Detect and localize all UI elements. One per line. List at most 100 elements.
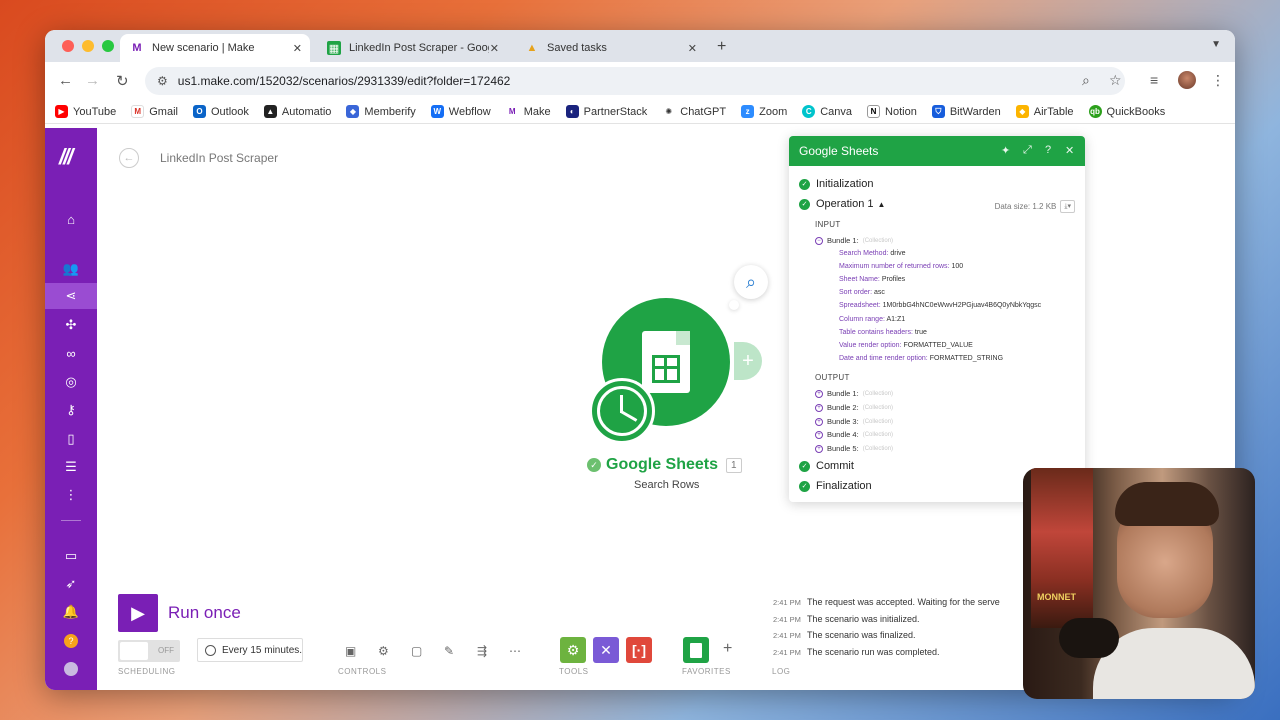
output-bundle-3[interactable]: + Bundle 3: (Collection) bbox=[815, 417, 893, 426]
text-parser-icon[interactable]: [·] bbox=[626, 637, 652, 663]
keys-icon[interactable]: ⚷ bbox=[45, 397, 97, 423]
user-avatar[interactable] bbox=[45, 656, 97, 682]
docs-book-icon[interactable]: ▭ bbox=[45, 543, 97, 569]
connections-link-icon[interactable]: ∞ bbox=[45, 340, 97, 366]
input-bundle-1[interactable]: − Bundle 1: (Collection) bbox=[815, 236, 893, 245]
auto-align-wand-icon[interactable]: ✎ bbox=[444, 644, 454, 658]
favorite-google-sheets-icon[interactable] bbox=[683, 637, 709, 663]
close-icon[interactable]: ✕ bbox=[688, 42, 697, 55]
close-icon[interactable]: ✕ bbox=[490, 42, 499, 55]
profile-avatar[interactable] bbox=[1178, 71, 1196, 89]
zoom-search-icon[interactable]: ⌕ bbox=[1082, 72, 1090, 89]
expand-plus-icon[interactable]: + bbox=[815, 389, 823, 398]
bookmark-airtable[interactable]: ◆ AirTable bbox=[1015, 105, 1074, 118]
webhooks-globe-icon[interactable]: ◎ bbox=[45, 369, 97, 395]
log-entry: 2:41 PM The scenario was finalized. bbox=[773, 630, 916, 640]
maximize-icon[interactable]: ⤢ bbox=[1023, 144, 1032, 157]
flow-control-icon[interactable]: ✕ bbox=[593, 637, 619, 663]
operation-row[interactable]: ✓ Operation 1 ▲ bbox=[799, 198, 885, 210]
home-icon[interactable]: ⌂ bbox=[45, 206, 97, 232]
run-once-label[interactable]: Run once bbox=[168, 603, 241, 623]
scheduling-toggle[interactable]: OFF bbox=[118, 640, 180, 662]
reading-list-icon[interactable]: ≡ bbox=[1150, 72, 1158, 88]
bookmark-outlook[interactable]: O Outlook bbox=[192, 105, 249, 118]
initialization-row[interactable]: ✓ Initialization bbox=[799, 178, 873, 190]
close-window-dot[interactable] bbox=[62, 40, 74, 52]
commit-row[interactable]: ✓ Commit bbox=[799, 460, 854, 472]
schedule-text[interactable]: Every 15 minutes. bbox=[205, 645, 302, 656]
close-icon[interactable]: ✕ bbox=[1065, 144, 1074, 157]
output-bundle-2[interactable]: + Bundle 2: (Collection) bbox=[815, 403, 893, 412]
more-vertical-icon[interactable]: ⋮ bbox=[45, 482, 97, 508]
bookmark-youtube[interactable]: ▶ YouTube bbox=[55, 105, 116, 118]
tab-saved-tasks[interactable]: ▲ Saved tasks ✕ bbox=[515, 34, 705, 62]
templates-puzzle-icon[interactable]: ✣ bbox=[45, 312, 97, 338]
devices-phone-icon[interactable]: ▯ bbox=[45, 426, 97, 452]
close-icon[interactable]: ✕ bbox=[293, 42, 302, 55]
output-bundle-1[interactable]: + Bundle 1: (Collection) bbox=[815, 389, 893, 398]
bookmark-canva[interactable]: C Canva bbox=[802, 105, 852, 118]
back-arrow-icon[interactable]: ← bbox=[119, 148, 139, 168]
bookmark-make[interactable]: M Make bbox=[505, 105, 551, 118]
tab-search-chevron-icon[interactable]: ▼ bbox=[1211, 39, 1221, 50]
finalization-row[interactable]: ✓ Finalization bbox=[799, 480, 872, 492]
add-favorite-plus-icon[interactable]: + bbox=[723, 640, 732, 658]
more-menu-icon[interactable]: ⋮ bbox=[1211, 72, 1225, 89]
help-question-icon[interactable]: ? bbox=[1045, 144, 1051, 156]
search-magnifier-icon[interactable]: ⌕ bbox=[734, 265, 768, 299]
expand-plus-icon[interactable]: + bbox=[815, 417, 823, 426]
data-stores-database-icon[interactable]: ☰ bbox=[45, 454, 97, 480]
whats-new-rocket-icon[interactable]: ➶ bbox=[45, 571, 97, 597]
expand-sparkle-icon[interactable]: ✦ bbox=[1001, 144, 1010, 157]
schedule-clock-icon[interactable] bbox=[589, 378, 655, 444]
bookmark-notion[interactable]: N Notion bbox=[867, 105, 917, 118]
input-field: Spreadsheet: 1M0rbbG4hNC0eWwvH2PGjuav4B6… bbox=[839, 302, 1042, 309]
forward-arrow-icon[interactable]: → bbox=[85, 72, 100, 89]
explain-flow-icon[interactable]: ⇶ bbox=[477, 644, 487, 658]
settings-gear-icon[interactable]: ⚙ bbox=[378, 644, 389, 658]
notifications-bell-icon[interactable]: 🔔 bbox=[45, 599, 97, 625]
maximize-window-dot[interactable] bbox=[102, 40, 114, 52]
bookmark-gmail[interactable]: M Gmail bbox=[131, 105, 178, 118]
bookmark-automatio[interactable]: ▲ Automatio bbox=[263, 105, 331, 118]
bookmark-star-icon[interactable]: ☆ bbox=[1109, 72, 1122, 89]
output-bundle-5[interactable]: + Bundle 5: (Collection) bbox=[815, 444, 893, 453]
collapse-minus-icon[interactable]: − bbox=[815, 236, 823, 245]
back-arrow-icon[interactable]: ← bbox=[58, 72, 73, 89]
bookmark-chatgpt[interactable]: ✺ ChatGPT bbox=[662, 105, 726, 118]
download-icon[interactable]: ⤓▾ bbox=[1060, 200, 1075, 213]
more-options-icon[interactable]: ⋯ bbox=[509, 644, 521, 658]
bookmark-zoom[interactable]: z Zoom bbox=[741, 105, 787, 118]
reload-icon[interactable]: ↻ bbox=[116, 72, 129, 90]
save-icon[interactable]: ▣ bbox=[345, 644, 356, 658]
bookmark-webflow[interactable]: W Webflow bbox=[430, 105, 491, 118]
notes-icon[interactable]: ▢ bbox=[411, 644, 422, 658]
tab-new-scenario[interactable]: M New scenario | Make ✕ bbox=[120, 34, 310, 62]
tab-linkedin-scraper[interactable]: ▦ LinkedIn Post Scraper - Goog ✕ bbox=[317, 34, 507, 62]
site-info-icon[interactable]: ⚙ bbox=[157, 74, 168, 88]
bookmark-partnerstack[interactable]: ◐ PartnerStack bbox=[565, 105, 647, 118]
scenario-name[interactable]: LinkedIn Post Scraper bbox=[160, 151, 278, 165]
scenarios-share-icon[interactable]: ⋖ bbox=[45, 283, 97, 309]
tools-gear-icon[interactable]: ⚙ bbox=[560, 637, 586, 663]
minimize-window-dot[interactable] bbox=[82, 40, 94, 52]
collapse-caret-icon[interactable]: ▲ bbox=[877, 200, 885, 209]
output-bundle-4[interactable]: + Bundle 4: (Collection) bbox=[815, 430, 893, 439]
team-icon[interactable]: 👥 bbox=[45, 256, 97, 282]
bookmark-quickbooks[interactable]: qb QuickBooks bbox=[1088, 105, 1165, 118]
expand-plus-icon[interactable]: + bbox=[815, 403, 823, 412]
run-once-button[interactable]: ▶ bbox=[118, 594, 158, 632]
add-module-plus-icon[interactable]: + bbox=[734, 342, 762, 380]
new-tab-plus-icon[interactable]: + bbox=[717, 38, 726, 56]
expand-plus-icon[interactable]: + bbox=[815, 444, 823, 453]
input-field: Sort order: asc bbox=[839, 289, 885, 296]
make-logo-icon[interactable]: /// bbox=[59, 144, 73, 170]
bookmark-bitwarden[interactable]: ⛉ BitWarden bbox=[931, 105, 1001, 118]
operation-count-badge[interactable]: 1 bbox=[726, 457, 742, 473]
help-question-icon[interactable]: ? bbox=[45, 628, 97, 654]
bubble-dot bbox=[729, 300, 739, 310]
airtable-icon: ◆ bbox=[1015, 105, 1029, 118]
bookmark-memberify[interactable]: ◆ Memberify bbox=[346, 105, 416, 118]
address-bar[interactable]: ⚙ us1.make.com/152032/scenarios/2931339/… bbox=[145, 67, 1125, 95]
expand-plus-icon[interactable]: + bbox=[815, 430, 823, 439]
